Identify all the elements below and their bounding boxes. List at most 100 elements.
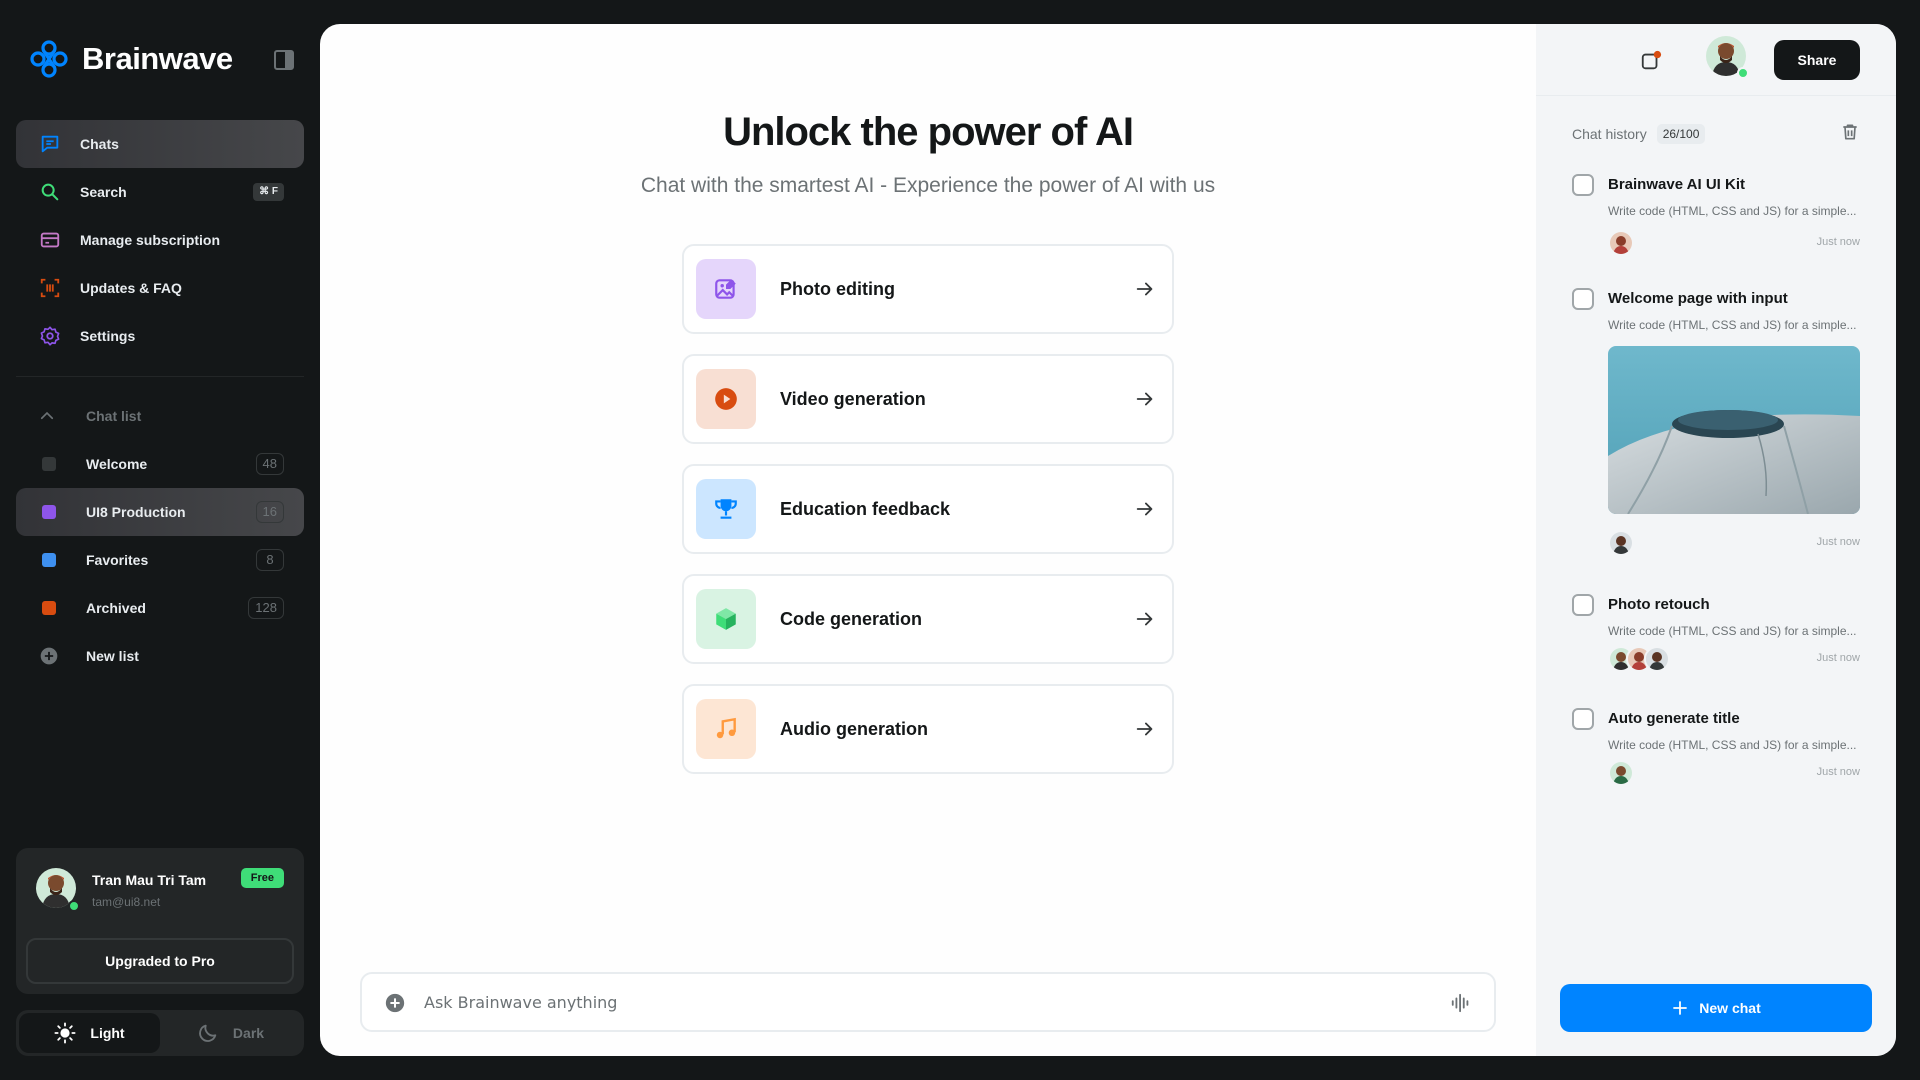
page-subtitle: Chat with the smartest AI - Experience t… [640,174,1216,197]
history-title: Welcome page with input [1608,290,1788,307]
search-icon [38,180,62,204]
sun-icon [54,1022,76,1044]
new-chat-button[interactable]: New chat [1560,984,1872,1032]
credit-card-icon [38,228,62,252]
collapse-sidebar-icon[interactable] [274,50,294,70]
upgrade-button[interactable]: Upgraded to Pro [26,938,294,984]
sidebar-item-settings[interactable]: Settings [16,312,304,360]
chat-list-item-welcome[interactable]: Welcome 48 [16,440,304,488]
list-item-label: Favorites [86,552,149,568]
history-desc: Write code (HTML, CSS and JS) for a simp… [1608,318,1857,332]
history-participants [1608,230,1634,256]
card-label: Audio generation [780,718,928,739]
right-header: Share [1536,24,1896,96]
share-button[interactable]: Share [1774,40,1860,80]
chat-list-item-archived[interactable]: Archived 128 [16,584,304,632]
trash-icon[interactable] [1840,122,1860,142]
sidebar-item-chats[interactable]: Chats [16,120,304,168]
chat-list-header: Chat list [86,408,142,424]
history-item[interactable]: Photo retouch Write code (HTML, CSS and … [1572,592,1860,684]
card-label: Education feedback [780,498,951,519]
sidebar-item-search[interactable]: Search ⌘ F [16,168,304,216]
list-item-count: 48 [255,453,284,475]
arrow-right-icon [1136,612,1153,626]
add-attachment-icon[interactable] [384,992,406,1014]
sidebar-nav: Chats Search ⌘ F Manage subscription Upd… [16,120,304,360]
history-desc: Write code (HTML, CSS and JS) for a simp… [1608,624,1857,638]
profile-email: tam@ui8.net [92,895,161,909]
history-checkbox[interactable] [1572,174,1594,196]
brand[interactable]: Brainwave [28,38,233,80]
page-title: Unlock the power of AI [723,110,1134,154]
history-participants [1608,530,1634,556]
history-title: Photo retouch [1608,596,1710,613]
chat-list-item-ui8-production[interactable]: UI8 Production 16 [16,488,304,536]
theme-dark-button[interactable]: Dark [160,1013,301,1053]
history-item[interactable]: Brainwave AI UI Kit Write code (HTML, CS… [1572,172,1860,264]
play-circle-icon [696,369,756,429]
online-status-dot [68,900,80,912]
brainwave-logo-icon [30,40,68,78]
music-note-icon [696,699,756,759]
theme-toggle: Light Dark [16,1010,304,1056]
history-checkbox[interactable] [1572,594,1594,616]
new-list-label: New list [86,648,139,664]
list-color-square [42,505,56,519]
list-color-square [42,601,56,615]
plan-badge: Free [240,868,284,888]
chat-history-header: Chat history 26/100 [1572,124,1706,144]
history-item[interactable]: Welcome page with input Write code (HTML… [1572,286,1860,576]
card-photo-editing[interactable]: Photo editing [682,244,1174,334]
new-list-button[interactable]: New list [16,632,304,680]
list-item-label: Archived [86,600,146,616]
voice-waveform-icon[interactable] [1450,992,1472,1014]
card-video-generation[interactable]: Video generation [682,354,1174,444]
avatar [1608,530,1634,556]
history-time: Just now [1816,652,1860,664]
notification-icon[interactable] [1640,50,1662,72]
message-input[interactable] [424,990,1404,1014]
sidebar-item-label: Chats [80,136,119,152]
list-color-square [42,553,56,567]
arrow-right-icon [1136,722,1153,736]
history-title: Auto generate title [1608,710,1740,727]
theme-dark-label: Dark [232,1025,265,1041]
sidebar-item-manage-subscription[interactable]: Manage subscription [16,216,304,264]
chat-area: Unlock the power of AI Chat with the sma… [320,24,1536,1056]
gear-icon [38,324,62,348]
history-time: Just now [1816,236,1860,248]
theme-light-button[interactable]: Light [19,1013,160,1053]
chat-list-toggle[interactable]: Chat list [16,392,304,440]
list-item-label: UI8 Production [86,504,186,520]
sidebar-item-updates-faq[interactable]: Updates & FAQ [16,264,304,312]
profile-card: Tran Mau Tri Tam tam@ui8.net Free Upgrad… [16,848,304,994]
avatar [1608,230,1634,256]
sidebar: Brainwave Chats Search ⌘ F Manage subscr… [0,0,320,1080]
plus-circle-icon [40,647,58,665]
chat-history-title: Chat history [1572,126,1647,142]
avatar [1644,646,1670,672]
arrow-right-icon [1136,282,1153,296]
history-item[interactable]: Auto generate title Write code (HTML, CS… [1572,706,1860,798]
online-status-dot [1737,67,1749,79]
sidebar-item-label: Settings [80,328,136,344]
history-checkbox[interactable] [1572,288,1594,310]
card-code-generation[interactable]: Code generation [682,574,1174,664]
sidebar-divider [16,376,304,377]
sidebar-item-label: Search [80,184,127,200]
chevron-up-icon [40,411,54,420]
chat-list-item-favorites[interactable]: Favorites 8 [16,536,304,584]
card-audio-generation[interactable]: Audio generation [682,684,1174,774]
history-desc: Write code (HTML, CSS and JS) for a simp… [1608,738,1857,752]
card-label: Photo editing [780,278,895,299]
list-item-count: 128 [248,597,284,619]
chat-history-count: 26/100 [1656,124,1706,144]
trophy-icon [696,479,756,539]
history-time: Just now [1816,536,1860,548]
history-checkbox[interactable] [1572,708,1594,730]
list-item-label: Welcome [86,456,148,472]
main-panel: Unlock the power of AI Chat with the sma… [320,24,1896,1056]
card-education-feedback[interactable]: Education feedback [682,464,1174,554]
brand-name: Brainwave [82,41,233,76]
moon-icon [199,1024,217,1042]
